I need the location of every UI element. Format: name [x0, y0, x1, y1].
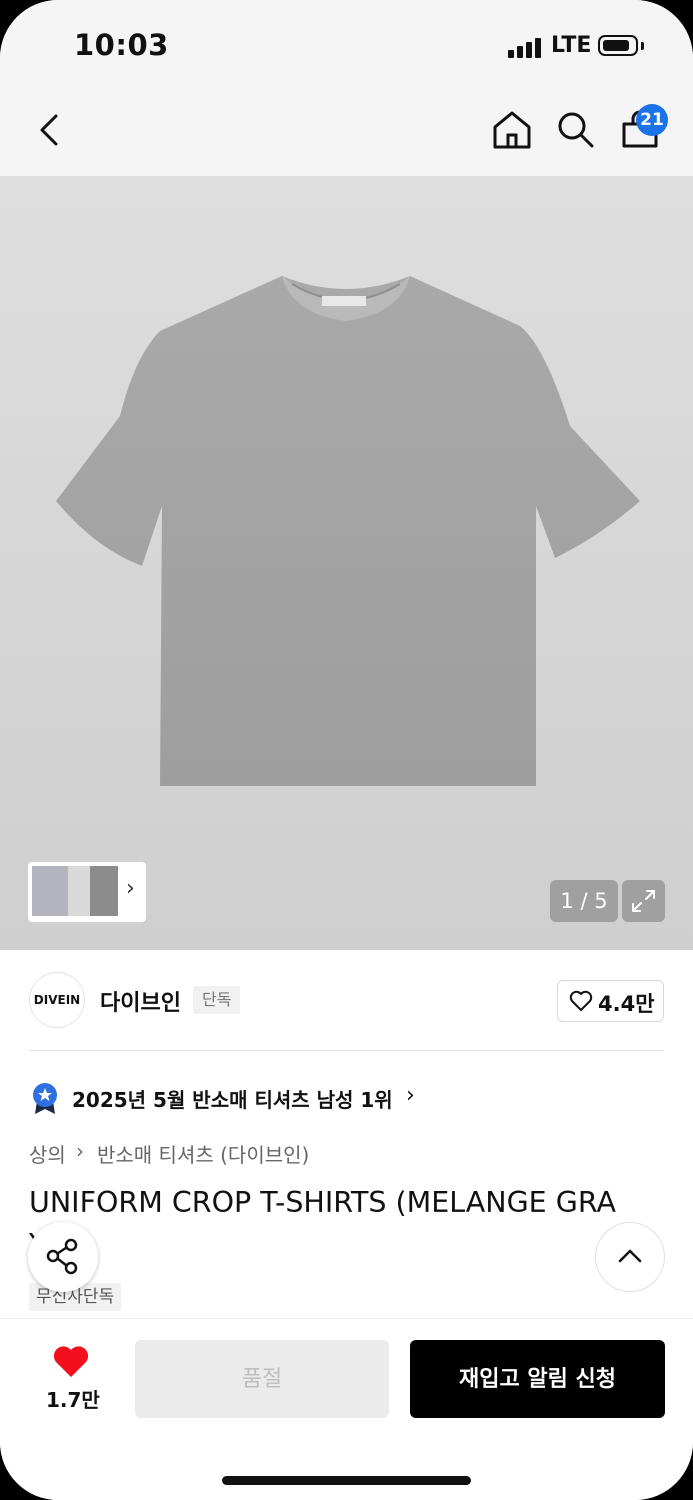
exclusive-badge: 단독	[193, 986, 241, 1014]
expand-icon[interactable]	[622, 880, 665, 922]
back-icon[interactable]	[34, 112, 66, 148]
thumbnail-1[interactable]	[32, 866, 72, 916]
soldout-button: 품절	[135, 1340, 389, 1418]
share-icon	[46, 1238, 78, 1275]
thumbnail-3[interactable]	[90, 866, 118, 916]
brand-like-count: 4.4만	[598, 992, 655, 1016]
chevron-right-icon[interactable]: ›	[406, 1083, 415, 1108]
divider	[29, 1050, 664, 1051]
home-indicator	[222, 1476, 471, 1485]
thumbnail-strip[interactable]: ›	[28, 862, 146, 922]
brand-name[interactable]: 다이브인	[100, 985, 181, 1017]
phone-screen: 10:03 LTE 21 › 1 / 5 DIVEIN 다이브인 단독 4.4만…	[0, 0, 693, 1500]
battery-tip	[641, 42, 644, 50]
brand-logo[interactable]: DIVEIN	[29, 972, 85, 1028]
wish-count: 1.7만	[46, 1388, 100, 1412]
share-button[interactable]	[28, 1222, 98, 1292]
product-title: UNIFORM CROP T-SHIRTS (MELANGE GRA	[29, 1186, 616, 1219]
heart-outline-icon	[569, 990, 593, 1011]
scroll-top-button[interactable]	[595, 1222, 665, 1292]
battery-icon	[598, 35, 638, 56]
home-icon[interactable]	[491, 109, 533, 151]
network-label: LTE	[551, 33, 592, 58]
breadcrumb-category[interactable]: 상의	[29, 1139, 66, 1168]
product-image[interactable]	[0, 176, 693, 950]
chevron-right-icon[interactable]: ›	[126, 876, 135, 901]
breadcrumb-subcategory[interactable]: 반소매 티셔츠 (다이브인)	[97, 1139, 309, 1168]
brand-like-button[interactable]: 4.4만	[557, 980, 664, 1022]
restock-alert-button[interactable]: 재입고 알림 신청	[410, 1340, 665, 1418]
breadcrumb-separator-icon: ›	[76, 1139, 84, 1163]
cart-count-badge: 21	[636, 104, 668, 136]
search-icon[interactable]	[556, 110, 596, 150]
tshirt-image	[56, 276, 640, 786]
ranking-medal-icon	[33, 1083, 57, 1114]
heart-filled-icon[interactable]	[52, 1345, 90, 1379]
status-time: 10:03	[74, 28, 169, 62]
chevron-up-icon	[618, 1249, 642, 1263]
image-counter: 1 / 5	[550, 880, 618, 922]
ranking-text[interactable]: 2025년 5월 반소매 티셔츠 남성 1위	[72, 1084, 393, 1113]
signal-icon	[508, 36, 542, 58]
